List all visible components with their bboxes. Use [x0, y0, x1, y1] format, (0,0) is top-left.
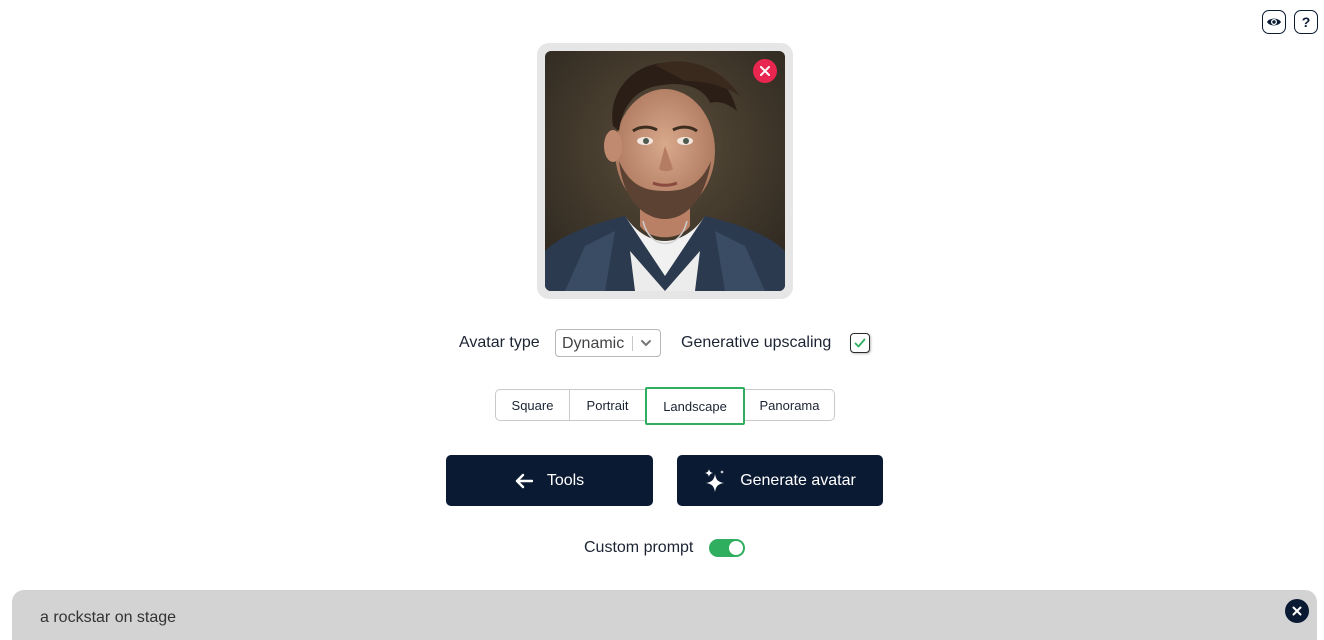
aspect-panorama-option[interactable]: Panorama — [745, 389, 835, 421]
toggle-knob — [729, 541, 743, 555]
aspect-ratio-selector: Square Portrait Landscape Panorama — [495, 387, 835, 425]
close-icon — [760, 66, 770, 76]
aspect-landscape-option[interactable]: Landscape — [645, 387, 745, 425]
generative-upscaling-checkbox[interactable] — [850, 333, 870, 353]
custom-prompt-label: Custom prompt — [584, 539, 694, 556]
custom-prompt-field[interactable]: a rockstar on stage — [12, 590, 1317, 640]
clear-prompt-button[interactable] — [1285, 599, 1309, 623]
uploaded-portrait-photo — [545, 51, 785, 291]
question-icon: ? — [1301, 14, 1311, 30]
close-icon — [1292, 606, 1302, 616]
help-button[interactable]: ? — [1294, 10, 1318, 34]
avatar-type-value: Dynamic — [562, 335, 625, 352]
top-toolbar: ? — [1262, 10, 1318, 34]
custom-prompt-text: a rockstar on stage — [40, 609, 177, 626]
generative-upscaling-label: Generative upscaling — [681, 334, 832, 351]
arrow-left-icon — [515, 473, 533, 488]
avatar-type-select[interactable]: Dynamic — [555, 329, 661, 357]
uploaded-image-card — [537, 43, 793, 299]
select-separator — [632, 336, 633, 351]
generate-avatar-label: Generate avatar — [740, 471, 856, 489]
avatar-type-label: Avatar type — [459, 334, 540, 351]
tools-button-label: Tools — [546, 471, 585, 489]
tools-button[interactable]: Tools — [446, 455, 653, 506]
remove-image-button[interactable] — [753, 59, 777, 83]
preview-eye-button[interactable] — [1262, 10, 1286, 34]
aspect-portrait-option[interactable]: Portrait — [569, 389, 645, 421]
custom-prompt-toggle[interactable] — [709, 539, 745, 557]
avatar-options-row: Avatar type Dynamic Generative upscaling — [0, 329, 1324, 357]
aspect-square-option[interactable]: Square — [495, 389, 569, 421]
sparkles-icon — [705, 468, 725, 492]
generate-avatar-button[interactable]: Generate avatar — [677, 455, 883, 506]
avatar-generator-page: ? Avatar type Dynamic Generative upscali… — [0, 0, 1324, 640]
eye-icon — [1267, 18, 1281, 26]
checkmark-icon — [854, 338, 866, 348]
chevron-down-icon — [641, 340, 651, 347]
